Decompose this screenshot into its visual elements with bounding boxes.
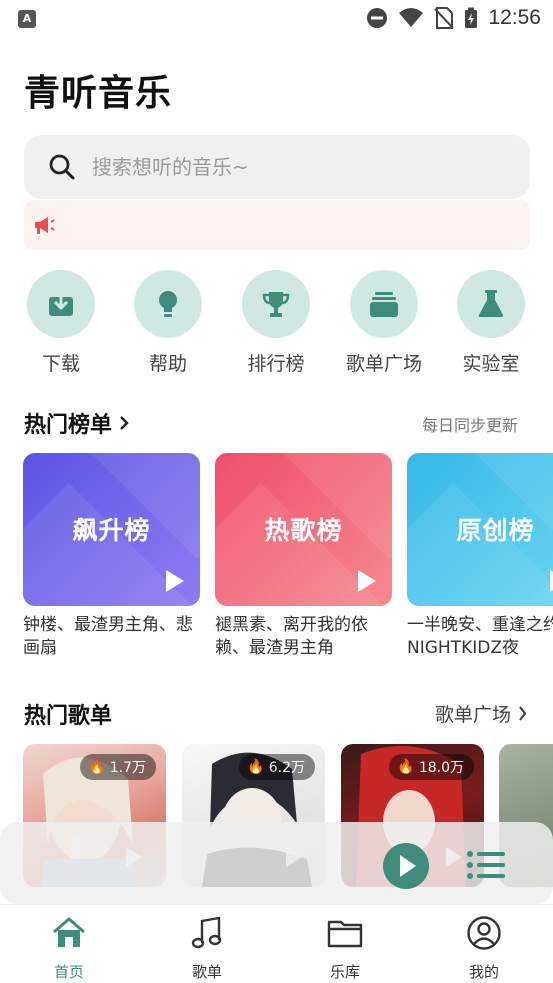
search-bar[interactable]	[24, 135, 530, 199]
quick-action-label: 帮助	[148, 353, 187, 375]
album-stack-icon	[350, 270, 418, 338]
nav-profile[interactable]: 我的	[444, 915, 524, 982]
flame-icon: 🔥	[247, 759, 265, 775]
section-title: 热门歌单	[24, 704, 113, 729]
quick-actions: 下载 帮助 排行榜 歌单广场 实验室	[0, 270, 553, 380]
quick-action-ranking[interactable]: 排行榜	[226, 270, 326, 376]
announcement-bar[interactable]	[24, 200, 530, 250]
play-count: 18.0万	[418, 760, 464, 776]
hot-playlists-header: 热门歌单 歌单广场	[24, 698, 530, 729]
chart-cover[interactable]: 热歌榜	[215, 453, 392, 606]
play-count-badge: 🔥 18.0万	[389, 754, 474, 780]
quick-action-lab[interactable]: 实验室	[441, 270, 541, 376]
chevron-right-icon	[519, 706, 527, 721]
chart-card-hot-songs[interactable]: 热歌榜 褪黑素、离开我的依赖、最渣男主角	[215, 453, 392, 660]
nav-home[interactable]: 首页	[29, 915, 109, 982]
chart-name: 热歌榜	[264, 516, 343, 545]
nav-library[interactable]: 乐库	[305, 915, 385, 982]
section-title: 热门榜单	[24, 413, 113, 438]
folder-icon	[327, 920, 363, 948]
quick-action-help[interactable]: 帮助	[118, 270, 218, 376]
chart-description: 一半晚安、重逢之约、NIGHTKIDZ夜	[407, 615, 553, 658]
mini-player[interactable]	[0, 822, 553, 904]
playlist-square-link[interactable]: 歌单广场	[435, 700, 528, 727]
play-icon[interactable]	[166, 570, 184, 592]
link-label: 歌单广场	[434, 704, 511, 726]
play-count-badge: 🔥 1.7万	[80, 754, 156, 780]
flask-icon	[457, 270, 525, 338]
chart-card-original[interactable]: 原创榜 一半晚安、重逢之约、NIGHTKIDZ夜	[407, 453, 553, 660]
flame-icon: 🔥	[397, 759, 415, 775]
dnd-icon	[367, 8, 388, 28]
nav-label: 我的	[468, 963, 499, 981]
search-input[interactable]	[92, 155, 492, 179]
lightbulb-icon	[134, 270, 202, 338]
play-icon[interactable]	[358, 570, 376, 592]
chart-card-soaring[interactable]: 飙升榜 钟楼、最渣男主角、悲画扇	[23, 453, 200, 660]
hot-charts-title[interactable]: 热门榜单	[24, 407, 130, 439]
no-sim-icon	[434, 7, 455, 29]
battery-charging-icon	[465, 7, 478, 28]
search-icon	[49, 154, 75, 180]
chart-cover[interactable]: 飙升榜	[23, 453, 200, 606]
download-icon	[27, 270, 95, 338]
flame-icon: 🔥	[88, 759, 106, 775]
quick-action-label: 歌单广场	[345, 353, 422, 375]
nav-playlists[interactable]: 歌单	[167, 915, 247, 982]
nav-label: 首页	[53, 963, 84, 981]
chevron-right-icon	[120, 416, 129, 430]
clock: 12:56	[488, 6, 541, 29]
play-count: 6.2万	[268, 760, 305, 776]
chart-description: 钟楼、最渣男主角、悲画扇	[23, 615, 193, 658]
hot-charts-header: 热门榜单 每日同步更新	[24, 407, 530, 439]
chart-description: 褪黑素、离开我的依赖、最渣男主角	[215, 615, 368, 658]
nav-label: 歌单	[191, 963, 222, 981]
quick-action-download[interactable]: 下载	[11, 270, 111, 376]
quick-action-label: 实验室	[462, 353, 520, 375]
mini-player-play-button[interactable]	[383, 843, 429, 889]
app-notification-icon: A	[18, 10, 36, 28]
play-count-badge: 🔥 6.2万	[239, 754, 315, 780]
quick-action-playlist-square[interactable]: 歌单广场	[334, 270, 434, 376]
bottom-navigation: 首页 歌单 乐库 我的	[0, 904, 553, 983]
home-icon	[53, 917, 85, 947]
megaphone-icon	[35, 217, 55, 234]
daily-update-note: 每日同步更新	[421, 416, 518, 435]
nav-label: 乐库	[329, 963, 360, 981]
quick-action-label: 排行榜	[247, 353, 305, 375]
music-note-icon	[191, 916, 222, 949]
quick-action-label: 下载	[41, 353, 80, 375]
play-count: 1.7万	[109, 760, 146, 776]
chart-name: 飙升榜	[72, 516, 151, 545]
user-profile-icon	[467, 916, 501, 950]
chart-cover[interactable]: 原创榜	[407, 453, 553, 606]
chart-name: 原创榜	[456, 516, 535, 545]
wifi-icon	[399, 8, 424, 27]
page-title: 青听音乐	[24, 73, 173, 114]
playlist-queue-icon[interactable]	[466, 850, 506, 880]
trophy-icon	[242, 270, 310, 338]
status-bar: A 12:56	[0, 0, 553, 38]
